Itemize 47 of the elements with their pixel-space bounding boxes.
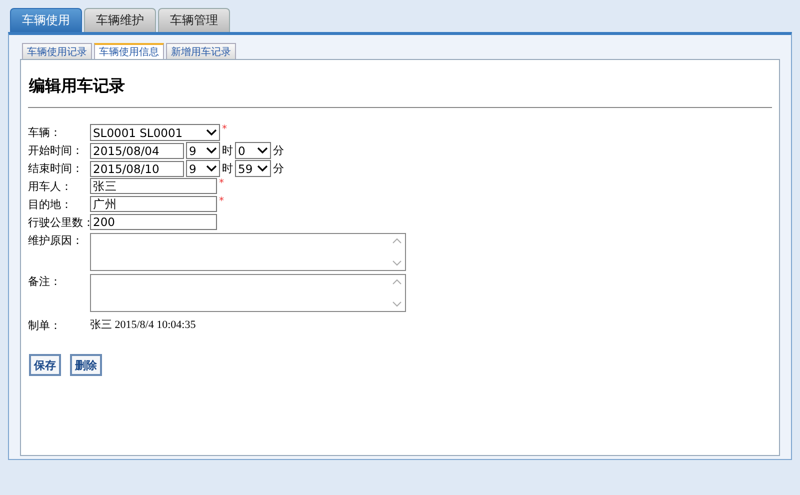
tab[interactable]: 车辆使用 bbox=[10, 8, 82, 32]
vehicle-select[interactable]: SL0001 SL0001 bbox=[90, 124, 220, 141]
unit-label: 分 bbox=[273, 161, 284, 176]
minute-select[interactable]: 0 bbox=[235, 142, 271, 159]
tab[interactable]: 车辆使用记录 bbox=[22, 43, 92, 59]
unit-label: 分 bbox=[273, 143, 284, 158]
scroll-down-icon[interactable] bbox=[392, 260, 402, 266]
field-label: 结束时间： bbox=[28, 161, 84, 177]
field-label: 备注： bbox=[28, 274, 62, 290]
hour-select[interactable]: 9 bbox=[186, 142, 220, 159]
creator-info: 张三 2015/8/4 10:04:35 bbox=[90, 318, 196, 333]
tab[interactable]: 车辆维护 bbox=[84, 8, 156, 32]
required-mark: * bbox=[222, 124, 227, 135]
scroll-up-icon[interactable] bbox=[392, 279, 402, 285]
field-label: 制单： bbox=[28, 318, 62, 334]
date-field[interactable]: 2015/08/04 bbox=[90, 142, 184, 158]
input-field[interactable]: 张三 bbox=[90, 178, 217, 194]
scroll-up-icon[interactable] bbox=[392, 238, 402, 244]
scroll-down-icon[interactable] bbox=[392, 301, 402, 307]
chevron-down-icon bbox=[206, 165, 217, 172]
tab[interactable]: 车辆使用信息 bbox=[94, 43, 164, 59]
field-label: 维护原因： bbox=[28, 233, 84, 249]
field-label: 开始时间： bbox=[28, 143, 84, 159]
required-mark: * bbox=[219, 178, 224, 189]
text-area[interactable] bbox=[90, 274, 406, 312]
input-field[interactable]: 广州 bbox=[90, 196, 217, 212]
action-button[interactable]: 删除 bbox=[70, 354, 102, 376]
required-mark: * bbox=[219, 196, 224, 207]
minute-select[interactable]: 59 bbox=[235, 160, 271, 177]
chevron-down-icon bbox=[206, 129, 217, 136]
text-area[interactable] bbox=[90, 233, 406, 271]
hour-select[interactable]: 9 bbox=[186, 160, 220, 177]
tab[interactable]: 车辆管理 bbox=[158, 8, 230, 32]
chevron-down-icon bbox=[206, 147, 217, 154]
unit-label: 时 bbox=[222, 143, 233, 158]
date-field[interactable]: 2015/08/10 bbox=[90, 160, 184, 176]
tab[interactable]: 新增用车记录 bbox=[166, 43, 236, 59]
field-label: 目的地： bbox=[28, 197, 73, 213]
input-field[interactable]: 200 bbox=[90, 214, 217, 230]
chevron-down-icon bbox=[257, 147, 268, 154]
field-label: 行驶公里数： bbox=[28, 215, 90, 231]
unit-label: 时 bbox=[222, 161, 233, 176]
chevron-down-icon bbox=[257, 165, 268, 172]
field-label: 用车人： bbox=[28, 179, 73, 195]
field-label: 车辆： bbox=[28, 125, 62, 141]
action-button[interactable]: 保存 bbox=[29, 354, 61, 376]
page-heading: 编辑用车记录 bbox=[28, 60, 772, 108]
